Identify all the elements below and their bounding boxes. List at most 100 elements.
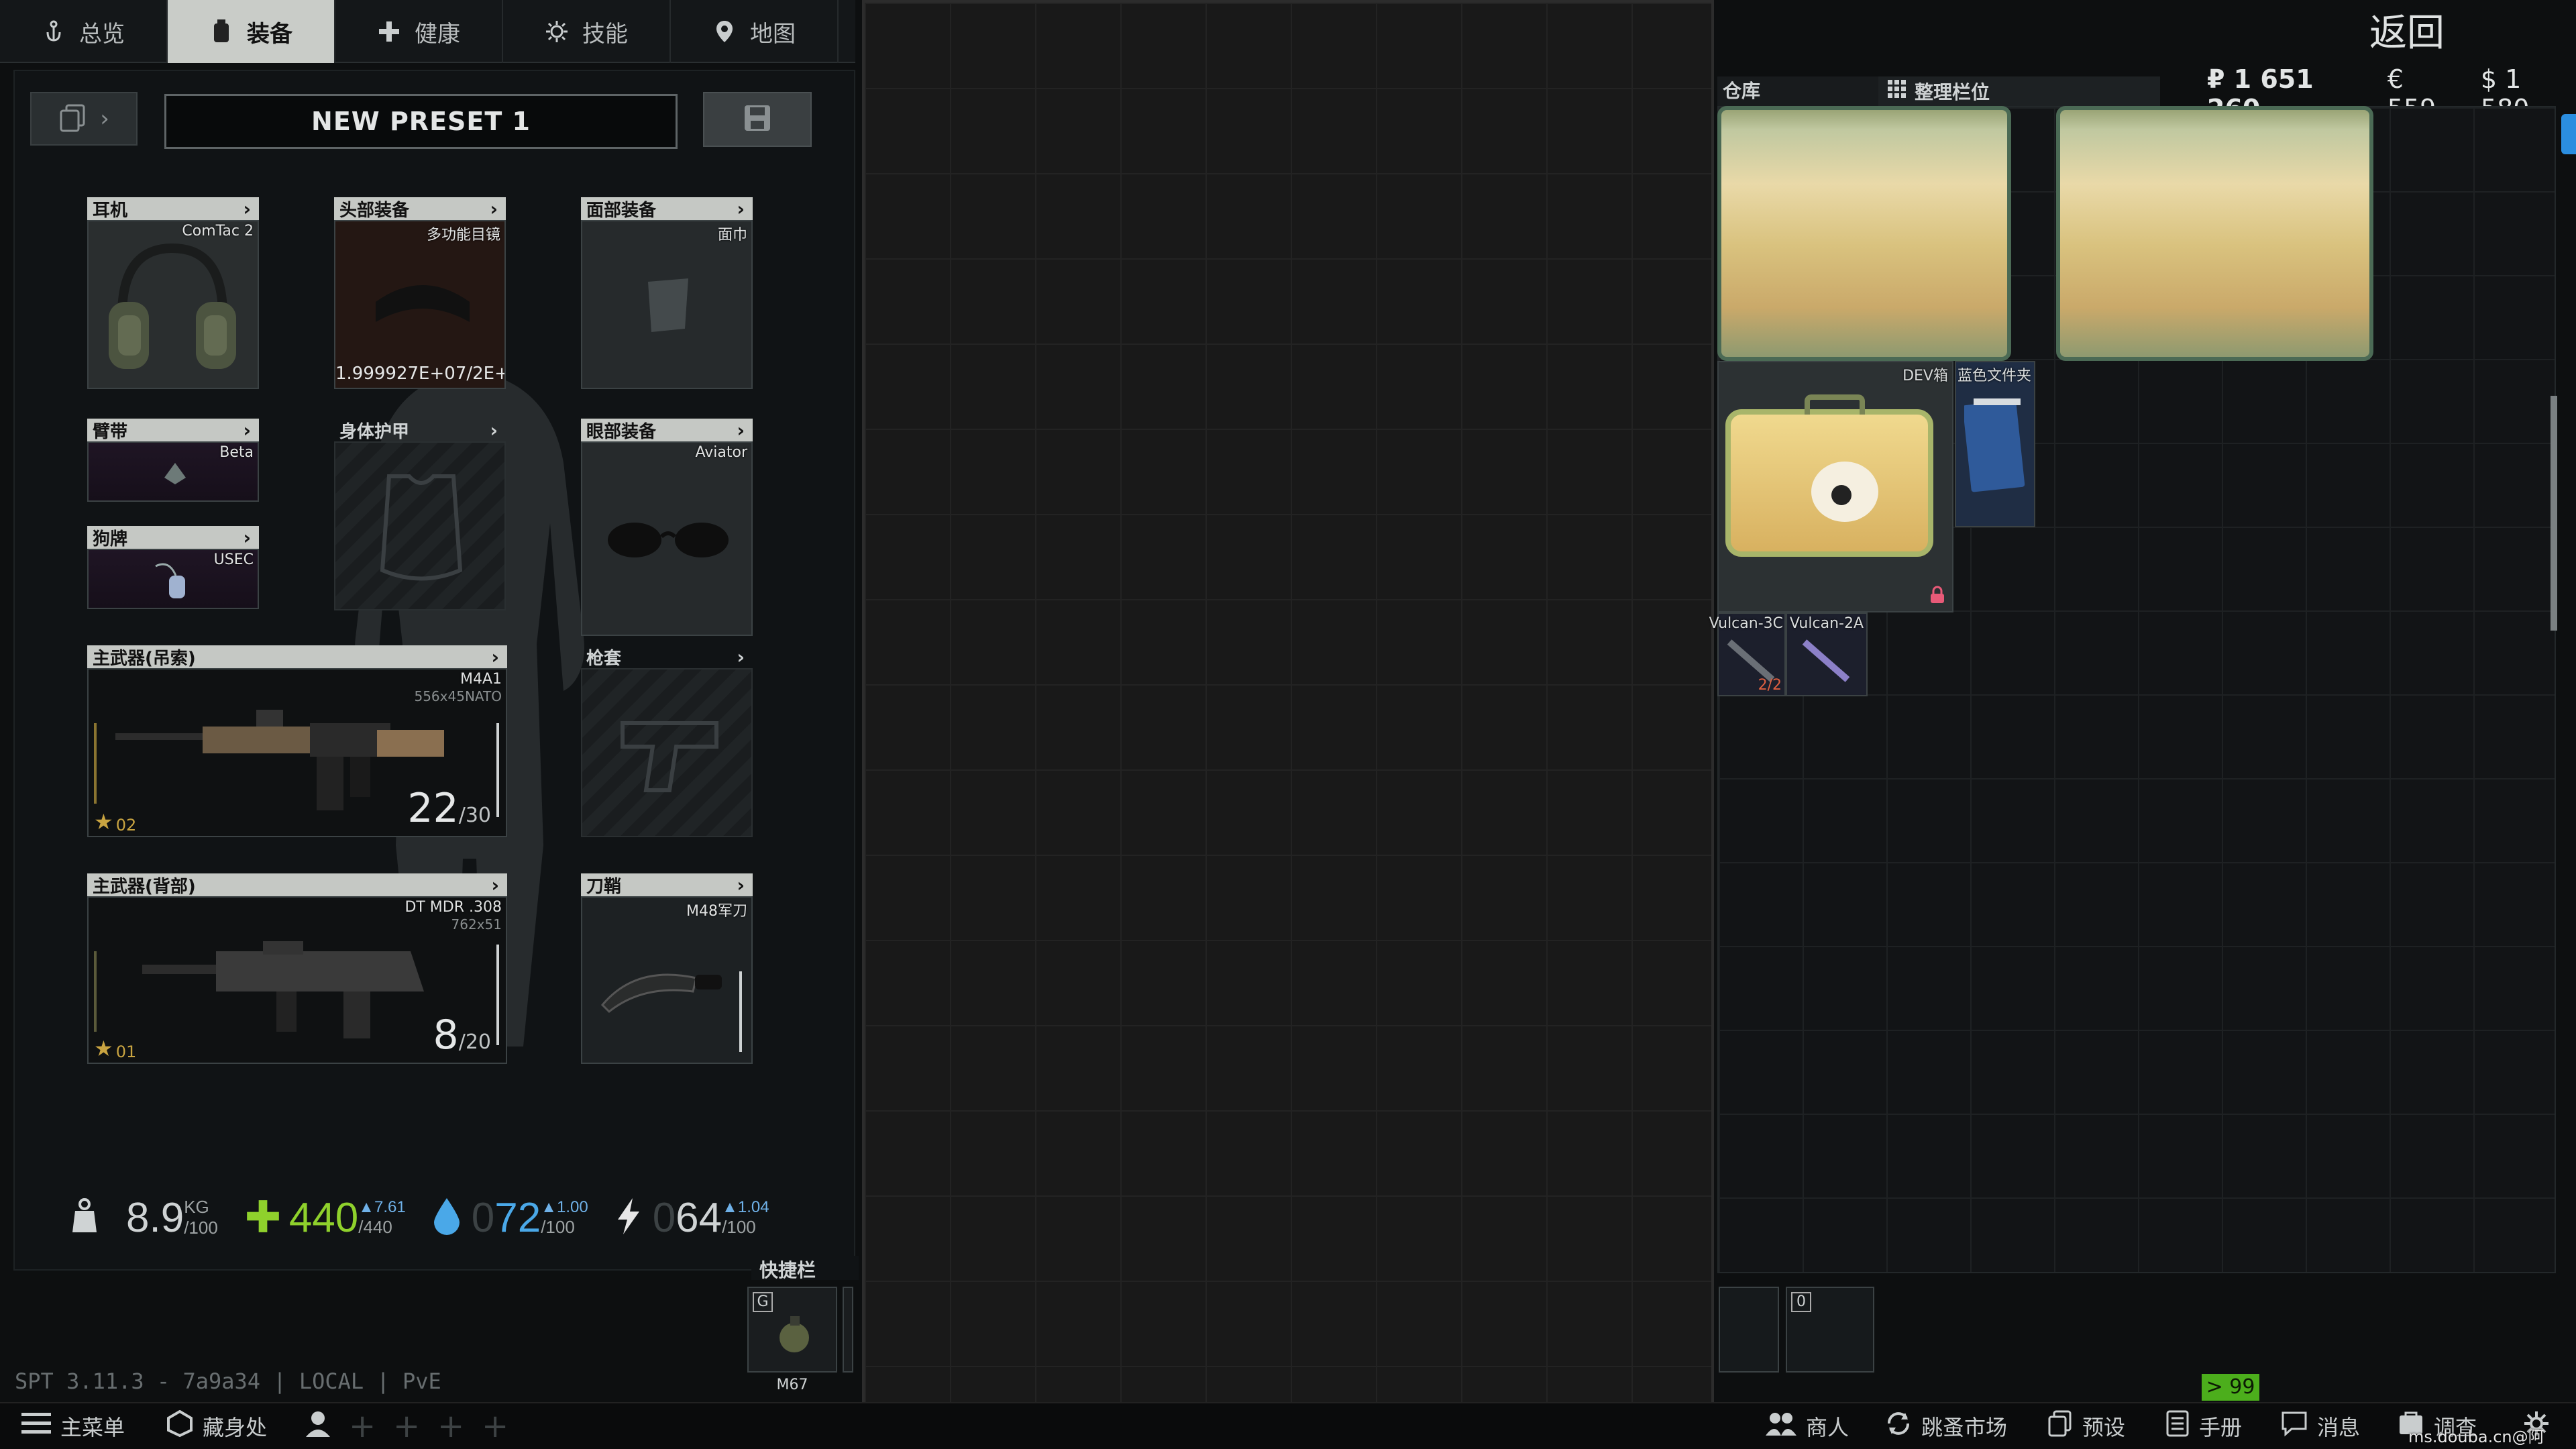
tab-health[interactable]: 健康 [335,0,503,63]
blue-folder-item[interactable]: 蓝色文件夹 [1955,361,2035,527]
stash-scrollbar[interactable] [2551,396,2557,631]
tab-label: 健康 [415,20,460,48]
preset-list-button[interactable]: › [30,92,138,146]
empty-slot-add-icon[interactable]: + [393,1406,420,1446]
slot-body-armor[interactable]: 身体护甲 › [334,419,506,610]
slot-scabbard[interactable]: 刀鞘 › M48军刀 [581,873,753,1064]
loot-grid-area[interactable] [862,0,1714,1446]
empty-slot-add-icon[interactable]: + [482,1406,508,1446]
sunglasses-icon [608,523,729,557]
hydration-max: /100 [541,1216,575,1237]
tab-overview[interactable]: 总览 [0,0,168,63]
tab-map[interactable]: 地图 [671,0,839,63]
pistol-placeholder-icon [621,721,718,792]
slot-body[interactable]: USEC [87,549,259,609]
slot-label: 枪套 [586,648,622,669]
weight-value: 8.9 [126,1194,184,1241]
slot-label: 身体护甲 [339,421,410,442]
quickslot-partial[interactable] [1719,1287,1779,1373]
weight-unit: KG [184,1197,209,1217]
quickbar-item-name: M67 [776,1377,808,1393]
slot-headwear[interactable]: 头部装备 › 多功能目镜 1.999927E+07/2E+07 [334,197,506,389]
quickbar-label: 快捷栏 [751,1256,859,1281]
handbook-button[interactable]: 手册 [2165,1406,2242,1446]
slot-header: 主武器(吊索) › [87,645,507,669]
slot-eyewear[interactable]: 眼部装备 › Aviator [581,419,753,636]
preset-name-field[interactable]: NEW PRESET 1 [164,94,678,149]
chevron-right-icon: › [243,197,251,220]
slot-body[interactable]: Beta [87,441,259,502]
presets-button[interactable]: 预设 [2047,1406,2125,1446]
ammo-bar [496,723,499,817]
item-name: 面巾 [717,227,747,244]
m4a1-rifle-icon [115,710,444,810]
side-toggle-button[interactable] [2561,114,2576,154]
main-menu-button[interactable]: 主菜单 [21,1406,125,1446]
slot-body[interactable]: 面巾 [581,220,753,389]
tab-label: 总览 [79,20,125,48]
character-button[interactable] [303,1406,333,1446]
mdr-rifle-icon [142,941,424,1038]
slot-body[interactable]: ComTac 2 [87,220,259,389]
hydration-delta: 1.00 [556,1197,588,1216]
quickbar-slot-next[interactable] [843,1287,853,1373]
slot-header: 臂带 › [87,419,259,442]
tab-storage[interactable]: 仓库 [1717,76,1878,106]
slot-body[interactable]: M48军刀 [581,896,753,1064]
item-name: Beta [219,444,254,461]
stash-case-item-1[interactable] [1717,106,2011,361]
slot-body[interactable]: DT MDR .308 762x51 ★ 01 8 /20 [87,896,507,1064]
item-count: 2/2 [1758,677,1782,694]
slot-holster[interactable]: 枪套 › [581,645,753,837]
hideout-button[interactable]: 藏身处 [166,1406,267,1446]
slot-body[interactable] [334,441,506,610]
back-button[interactable]: 返回 [2369,3,2445,57]
armor-placeholder-icon [380,474,463,581]
chevron-right-icon: › [491,645,499,668]
vulcan-3c-item[interactable]: Vulcan-3C 2/2 [1709,612,1786,696]
slot-primary-sling[interactable]: 主武器(吊索) › M4A1 556x45NATO ★ 02 22 /30 [87,645,507,837]
slot-header: 枪套 › [581,645,753,669]
vulcan-2a-item[interactable]: Vulcan-2A [1786,612,1868,696]
slot-body[interactable] [581,668,753,837]
tab-equipment[interactable]: 装备 [168,0,335,63]
empty-slot-add-icon[interactable]: + [437,1406,464,1446]
chevron-right-icon: › [737,873,745,896]
tab-label: 地图 [750,20,796,48]
slot-primary-back[interactable]: 主武器(背部) › DT MDR .308 762x51 ★ 01 8 /20 [87,873,507,1064]
slot-dogtag[interactable]: 狗牌 › USEC [87,526,259,609]
slot-body[interactable]: 多功能目镜 1.999927E+07/2E+07 [334,220,506,389]
tab-skills[interactable]: 技能 [503,0,671,63]
rank-value: 01 [115,1042,137,1061]
level-badge: > 99 [2202,1374,2259,1401]
version-label: SPT 3.11.3 - 7a9a34 | LOCAL | PvE [15,1368,441,1394]
empty-slot-add-icon[interactable]: + [349,1406,376,1446]
slot-body[interactable]: Aviator [581,441,753,636]
slot-face[interactable]: 面部装备 › 面巾 [581,197,753,389]
save-preset-button[interactable] [703,92,812,147]
ammo-counter: 8 /20 [433,1012,491,1059]
quickslot-0[interactable]: 0 [1786,1287,1874,1373]
quickbar-slot-g[interactable]: G [747,1287,837,1373]
flea-market-button[interactable]: 跳蚤市场 [1885,1406,2007,1446]
chevron-right-icon: › [100,105,109,132]
ammo-value: 22 [407,785,459,832]
messages-button[interactable]: 消息 [2281,1406,2360,1446]
slot-header: 狗牌 › [87,526,259,549]
slot-armband[interactable]: 臂带 › Beta [87,419,259,502]
headset-icon [109,243,236,369]
stash-case-item-2[interactable] [2056,106,2373,361]
skills-icon [545,19,569,44]
slot-body[interactable]: M4A1 556x45NATO ★ 02 22 /30 [87,668,507,837]
item-name: M48军刀 [686,903,747,920]
dev-box-item[interactable]: DEV箱 [1717,361,1953,612]
slot-label: 主武器(背部) [93,876,196,897]
slot-headphones[interactable]: 耳机 › ComTac 2 [87,197,259,389]
traders-button[interactable]: 商人 [1766,1406,1849,1446]
weight-icon [67,1197,102,1238]
energy-delta: 1.04 [737,1197,769,1216]
tab-sort-slots[interactable]: 整理栏位 [1878,76,2160,106]
rank-value: 02 [115,816,137,835]
water-drop-icon [433,1197,461,1239]
button-label: 藏身处 [203,1415,268,1440]
